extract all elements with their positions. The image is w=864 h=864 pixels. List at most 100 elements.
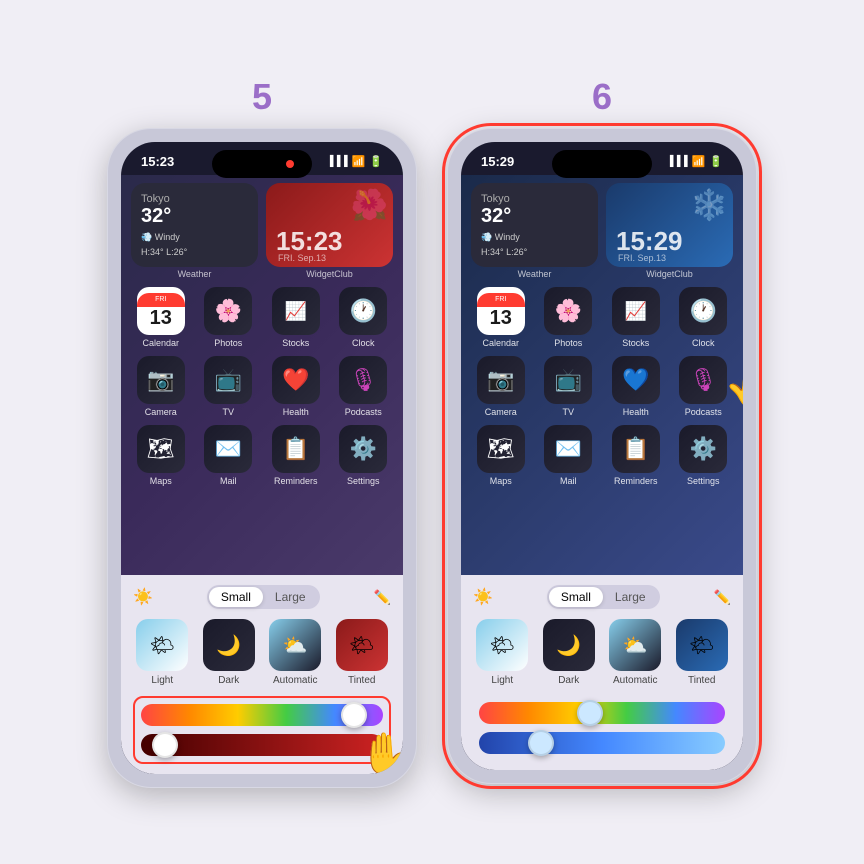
size-controls-6: ☀️ Small Large ✏️ (473, 585, 731, 609)
widgetclub-label-6: WidgetClub (606, 269, 733, 279)
settings-icon-5: ⚙️ (339, 425, 387, 473)
app-label-stocks-5: Stocks (282, 338, 309, 348)
home-screen-5: Tokyo 32° 💨 Windy H:34° L:26° Weather (121, 175, 403, 575)
app-calendar-5[interactable]: FRI 13 Calendar (131, 287, 191, 348)
size-small-btn-6[interactable]: Small (549, 587, 603, 607)
app-mail-6[interactable]: ✉️ Mail (539, 425, 599, 486)
app-health-5[interactable]: ❤️ Health (266, 356, 326, 417)
size-large-btn-6[interactable]: Large (603, 587, 658, 607)
app-photos-6[interactable]: 🌸 Photos (539, 287, 599, 348)
battery-icon-6: 🔋 (709, 155, 723, 168)
camera-icon-5: 📷 (137, 356, 185, 404)
blue-thumb-5[interactable] (152, 732, 178, 758)
style-auto-icon-5: ⛅ (269, 619, 321, 671)
style-light-5[interactable]: 🌤 Light (136, 619, 188, 686)
app-reminders-6[interactable]: 📋 Reminders (606, 425, 666, 486)
app-settings-5[interactable]: ⚙️ Settings (334, 425, 394, 486)
reminders-icon-6: 📋 (612, 425, 660, 473)
style-light-label-6: Light (491, 675, 513, 686)
app-label-calendar-6: Calendar (482, 338, 519, 348)
style-options-5: 🌤 Light 🌙 Dark ⛅ Automatic 🌤 (133, 619, 391, 686)
app-stocks-6[interactable]: 📈 Stocks (606, 287, 666, 348)
bottom-panel-6: ☀️ Small Large ✏️ 🌤 Light (461, 575, 743, 770)
app-podcasts-5[interactable]: 🎙 Podcasts (334, 356, 394, 417)
phone-6-inner: 15:29 ▐▐▐ 📶 🔋 Tokyo (461, 142, 743, 770)
app-clock-5[interactable]: 🕐 Clock (334, 287, 394, 348)
style-auto-6[interactable]: ⛅ Automatic (609, 619, 661, 686)
style-light-6[interactable]: 🌤 Light (476, 619, 528, 686)
phone-6: 15:29 ▐▐▐ 📶 🔋 Tokyo (447, 128, 757, 784)
photos-icon-5: 🌸 (204, 287, 252, 335)
style-light-icon-5: 🌤 (136, 619, 188, 671)
calendar-header-5: FRI (137, 293, 185, 307)
app-calendar-6[interactable]: FRI 13 Calendar (471, 287, 531, 348)
color-sliders-6 (473, 696, 731, 760)
widgetclub-label-5: WidgetClub (266, 269, 393, 279)
app-maps-6[interactable]: 🗺 Maps (471, 425, 531, 486)
color-sliders-5: 🤚 (133, 696, 391, 764)
status-icons-6: ▐▐▐ 📶 🔋 (666, 155, 723, 168)
weather-label-5: Weather (131, 269, 258, 279)
app-settings-6[interactable]: ⚙️ Settings (674, 425, 734, 486)
app-stocks-5[interactable]: 📈 Stocks (266, 287, 326, 348)
weather-widget-6: Tokyo 32° 💨 Windy H:34° L:26° (471, 183, 598, 267)
brightness-icon-5: ☀️ (133, 587, 153, 607)
podcasts-icon-5: 🎙 (339, 356, 387, 404)
main-container: 5 15:23 ▐▐▐ 📶 🔋 (87, 56, 777, 808)
app-camera-5[interactable]: 📷 Camera (131, 356, 191, 417)
size-toggle-6: Small Large (547, 585, 660, 609)
app-label-settings-6: Settings (687, 476, 720, 486)
dynamic-island-5 (212, 150, 312, 178)
style-dark-label-5: Dark (218, 675, 239, 686)
style-dark-5[interactable]: 🌙 Dark (203, 619, 255, 686)
apps-row1-6: FRI 13 Calendar 🌸 Photos (471, 287, 733, 348)
style-auto-5[interactable]: ⛅ Automatic (269, 619, 321, 686)
app-mail-5[interactable]: ✉️ Mail (199, 425, 259, 486)
bottom-panel-5: ☀️ Small Large ✏️ 🌤 Light (121, 575, 403, 774)
weather-widget-wrapper-5: Tokyo 32° 💨 Windy H:34° L:26° Weather (131, 183, 258, 279)
app-label-maps-5: Maps (150, 476, 172, 486)
blue-thumb-6[interactable] (528, 730, 554, 756)
app-tv-5[interactable]: 📺 TV (199, 356, 259, 417)
app-maps-5[interactable]: 🗺 Maps (131, 425, 191, 486)
weather-details-6: H:34° L:26° (481, 247, 588, 257)
edit-icon-6[interactable]: ✏️ (714, 589, 731, 606)
tv-icon-6: 📺 (544, 356, 592, 404)
style-tinted-label-6: Tinted (688, 675, 715, 686)
app-label-mail-6: Mail (560, 476, 577, 486)
app-camera-6[interactable]: 📷 Camera (471, 356, 531, 417)
app-tv-6[interactable]: 📺 TV (539, 356, 599, 417)
edit-icon-5[interactable]: ✏️ (374, 589, 391, 606)
style-dark-icon-6: 🌙 (543, 619, 595, 671)
clock-widget-wrapper-5: 15:23 FRI. Sep.13 🌺 WidgetClub (266, 183, 393, 279)
style-dark-6[interactable]: 🌙 Dark (543, 619, 595, 686)
blue-track-6 (479, 732, 725, 754)
app-reminders-5[interactable]: 📋 Reminders (266, 425, 326, 486)
apps-row3-5: 🗺 Maps ✉️ Mail 📋 (131, 425, 393, 486)
size-small-btn-5[interactable]: Small (209, 587, 263, 607)
app-health-6[interactable]: 💙 Health (606, 356, 666, 417)
rainbow-slider-row-6 (479, 702, 725, 724)
status-bar-5: 15:23 ▐▐▐ 📶 🔋 (121, 142, 403, 175)
rainbow-thumb-6[interactable] (577, 700, 603, 726)
app-label-calendar-5: Calendar (142, 338, 179, 348)
style-tinted-6[interactable]: 🌤 Tinted (676, 619, 728, 686)
app-label-photos-6: Photos (554, 338, 582, 348)
size-controls-5: ☀️ Small Large ✏️ (133, 585, 391, 609)
app-label-settings-5: Settings (347, 476, 380, 486)
app-label-reminders-6: Reminders (614, 476, 658, 486)
clock-date-5: FRI. Sep.13 (278, 253, 326, 263)
battery-icon-5: 🔋 (369, 155, 383, 168)
app-photos-5[interactable]: 🌸 Photos (199, 287, 259, 348)
time-6: 15:29 (481, 154, 514, 169)
clock-decoration-5: 🌺 (351, 188, 388, 223)
size-large-btn-5[interactable]: Large (263, 587, 318, 607)
app-clock-6[interactable]: 🕐 Clock (674, 287, 734, 348)
wifi-icon-5: 📶 (352, 155, 366, 168)
style-auto-label-5: Automatic (273, 675, 317, 686)
rainbow-thumb-5[interactable] (341, 702, 367, 728)
apps-row1-5: FRI 13 Calendar 🌸 Photos (131, 287, 393, 348)
weather-city-5: Tokyo (141, 193, 248, 205)
style-tinted-5[interactable]: 🌤 Tinted (336, 619, 388, 686)
status-bar-6: 15:29 ▐▐▐ 📶 🔋 (461, 142, 743, 175)
